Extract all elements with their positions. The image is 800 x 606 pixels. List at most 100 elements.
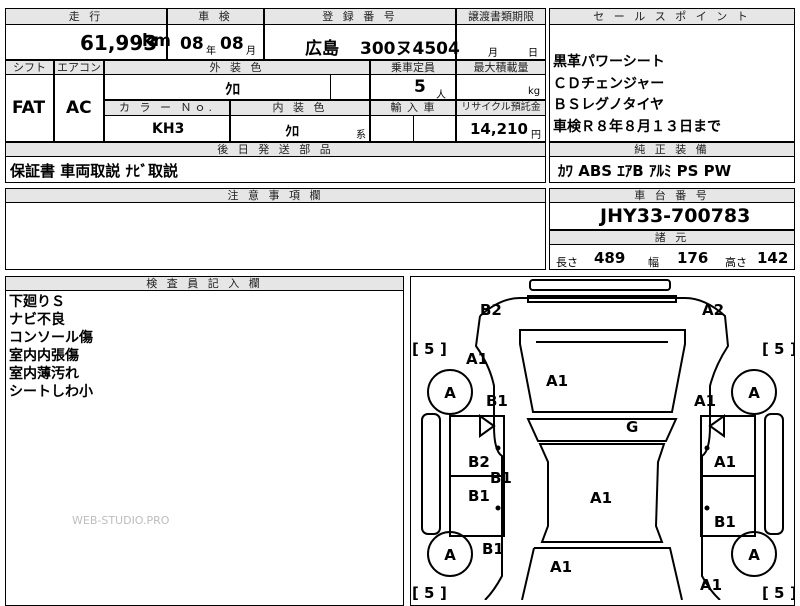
tread-bracket-close-rr: ] (790, 584, 795, 600)
door-handle-rl (495, 505, 501, 511)
mark-rear-door-left: B1 (482, 540, 504, 558)
recycle-label: リサイクル預託金 (456, 100, 546, 116)
inspector-notes: 下廻りＳ ナビ不良 コンソール傷 室内内張傷 室内薄汚れ シートしわ小 (9, 293, 93, 401)
notes-title: 注 意 事 項 欄 (5, 188, 546, 203)
tire-grade-fl: A (444, 384, 456, 402)
inspector-title: 検 査 員 記 入 欄 (5, 276, 404, 291)
dims-height-value: 142 (757, 249, 789, 267)
rear-shape (521, 547, 683, 600)
tread-fr: 5 (774, 340, 784, 358)
tread-bracket-close-fl: ] (440, 340, 447, 358)
mark-front-bumper-right: A2 (702, 301, 724, 319)
shipping-title: 後 日 発 送 部 品 (5, 142, 546, 157)
exterior-value: ｸﾛ (225, 80, 241, 98)
recycle-unit: 円 (531, 130, 541, 141)
capacity-value: 5 (414, 77, 426, 97)
door-handle-fl (495, 445, 501, 451)
inspector-line: 室内内張傷 (9, 348, 79, 364)
tread-rr: 5 (774, 584, 784, 600)
capacity-unit: 人 (436, 90, 446, 101)
inspection-month-unit: 月 (246, 46, 256, 57)
dims-title: 諸 元 (549, 230, 795, 245)
sales-points-list: 黒革パワーシート ＣＤチェンジャー ＢＳレグノタイヤ 車検Ｒ８年８月１３日まで (553, 52, 721, 138)
sales-points-title: セ ー ル ス ポ イ ン ト (549, 8, 795, 25)
shipping-value: 保証書 車両取説 ﾅﾋﾞ取説 (10, 162, 178, 180)
door-handle-fr (704, 445, 710, 451)
transfer-month-unit: 月 (488, 48, 498, 59)
chassis-title: 車 台 番 号 (549, 188, 795, 203)
tread-bracket-open-rl: [ (412, 584, 419, 600)
front-spoiler-shape (529, 279, 671, 291)
interior-label: 内 装 色 (230, 100, 370, 116)
inspection-year: 08 (180, 34, 204, 54)
transfer-day-unit: 日 (528, 48, 538, 59)
inspection-label: 車 検 (167, 8, 264, 25)
colorno-value: KH3 (152, 121, 185, 137)
shift-value: FAT (12, 98, 46, 118)
dims-length-value: 489 (594, 249, 626, 267)
mark-hood: A1 (546, 372, 568, 390)
dims-width-value: 176 (677, 249, 709, 267)
mark-door-fl2: B1 (490, 469, 512, 487)
mark-front-fender-right: A1 (694, 392, 716, 410)
sales-point-item: 黒革パワーシート (553, 54, 665, 70)
dims-length-label: 長さ (556, 256, 578, 269)
interior-unit: 系 (356, 130, 366, 141)
watermark: WEB-STUDIO.PRO (72, 514, 170, 527)
inspection-year-unit: 年 (206, 46, 216, 57)
sill-right (764, 413, 784, 535)
tread-bracket-close-fr: ] (790, 340, 795, 358)
mark-trunk: A1 (550, 558, 572, 576)
mark-front-bumper-left: B2 (480, 301, 502, 319)
mileage-label: 走 行 (5, 8, 167, 25)
tire-grade-fr: A (748, 384, 760, 402)
mark-roof: G (626, 418, 638, 436)
sales-point-item: ＢＳレグノタイヤ (553, 97, 665, 113)
interior-value: ｸﾛ (285, 124, 299, 140)
equipment-value: ｶﾜ ABS ｴｱB ｱﾙﾐ PS PW (558, 162, 732, 180)
mark-door-rl: B1 (468, 487, 490, 505)
tire-grade-rr: A (748, 546, 760, 564)
inspector-line: 下廻りＳ (9, 294, 65, 310)
maxload-unit: kg (528, 86, 541, 97)
capacity-label: 乗車定員 (370, 60, 456, 75)
sales-point-item: ＣＤチェンジャー (553, 75, 665, 92)
dims-width-label: 幅 (648, 256, 659, 269)
door-handle-rr (704, 505, 710, 511)
body-outline (474, 297, 730, 600)
shift-label: シフト (5, 60, 54, 75)
tread-bracket-close-rl: ] (440, 584, 447, 600)
car-diagram: A A A A [ 5 ] [ 5 ] [ 5 ] [ 5 ] B2 A2 A1… (412, 279, 795, 600)
import-label: 輸 入 車 (370, 100, 456, 116)
mirror-right (708, 414, 725, 438)
sales-point-item: 車検Ｒ８年８月１３日まで (553, 118, 721, 135)
tread-bracket-open-fl: [ (412, 340, 419, 358)
inspector-line: シートしわ小 (9, 384, 93, 400)
registration-number: 300ヌ4504 (360, 39, 460, 59)
mark-door-fl: B2 (468, 453, 490, 471)
transfer-label: 譲渡書類期限 (456, 8, 546, 25)
tire-grade-rl: A (444, 546, 456, 564)
registration-label: 登 録 番 号 (264, 8, 456, 25)
tread-bracket-open-rr: [ (762, 584, 769, 600)
ac-value: AC (66, 98, 92, 118)
tread-bracket-open-fr: [ (762, 340, 769, 358)
exterior-divider (330, 75, 331, 100)
mark-door-fr: A1 (714, 453, 736, 471)
import-divider (413, 116, 414, 142)
mark-roof-rear: A1 (590, 489, 612, 507)
ac-label: エアコン (54, 60, 104, 75)
colorno-label: カ ラ ー Ｎｏ. (104, 100, 230, 116)
windshield-shape (526, 418, 678, 442)
recycle-value: 14,210 (470, 120, 528, 138)
chassis-value: JHY33-700783 (600, 205, 751, 227)
sill-left (421, 413, 441, 535)
dims-height-label: 高さ (725, 256, 747, 269)
mark-rear-fender-right: A1 (700, 576, 722, 594)
mark-door-rr: B1 (714, 513, 736, 531)
equipment-title: 純 正 装 備 (549, 142, 795, 157)
tread-fl: 5 (424, 340, 434, 358)
registration-place: 広島 (305, 39, 339, 59)
inspector-line: ナビ不良 (9, 312, 65, 328)
inspector-line: コンソール傷 (9, 330, 93, 346)
